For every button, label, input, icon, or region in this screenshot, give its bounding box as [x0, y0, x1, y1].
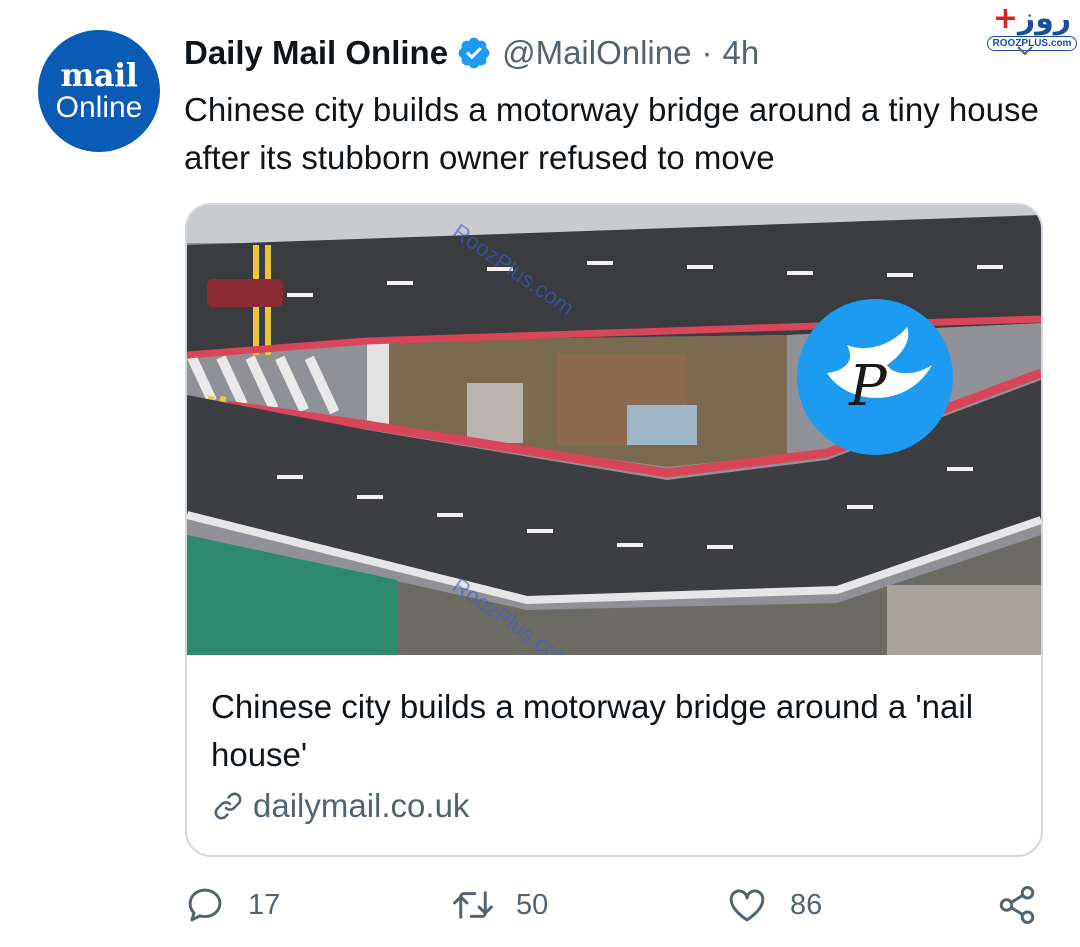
tweet-actions: 17 50 86	[184, 882, 1044, 928]
retweet-count: 50	[516, 888, 549, 921]
separator-dot: ·	[701, 34, 713, 71]
chevron-down-icon[interactable]	[1016, 44, 1034, 58]
like-count: 86	[790, 888, 823, 921]
avatar[interactable]: mail Online	[38, 30, 160, 152]
retweet-button[interactable]: 50	[452, 882, 548, 928]
card-domain[interactable]: dailymail.co.uk	[211, 785, 469, 827]
reply-count: 17	[248, 888, 281, 921]
handle[interactable]: @MailOnline	[502, 34, 691, 72]
reply-button[interactable]: 17	[184, 882, 280, 928]
share-icon	[999, 886, 1035, 924]
card-domain-text: dailymail.co.uk	[253, 787, 470, 824]
link-icon	[214, 792, 242, 820]
card-title[interactable]: Chinese city builds a motorway bridge ar…	[211, 683, 1011, 779]
share-button[interactable]	[996, 882, 1038, 928]
link-card[interactable]: P RoozPlus.com RoozPlus.com Chinese city…	[185, 203, 1043, 857]
display-name[interactable]: Daily Mail Online	[184, 34, 448, 72]
card-image[interactable]: P RoozPlus.com RoozPlus.com	[187, 205, 1041, 655]
verified-badge-icon	[458, 37, 490, 69]
tweet-header: Daily Mail Online @MailOnline · 4h	[184, 30, 759, 76]
retweet-icon	[453, 891, 493, 919]
avatar-text-online: Online	[55, 91, 143, 124]
reply-icon	[188, 888, 222, 922]
like-button[interactable]: 86	[726, 882, 822, 928]
svg-text:P: P	[848, 354, 888, 419]
tweet[interactable]: mail Online Daily Mail Online @MailOnlin…	[0, 0, 1080, 947]
timestamp[interactable]: 4h	[722, 34, 759, 72]
tweet-text: Chinese city builds a motorway bridge ar…	[184, 91, 1039, 176]
heart-icon	[729, 889, 765, 922]
avatar-text-mail: mail	[60, 56, 138, 94]
roozplus-logo-glyph: روز+	[992, 1, 1072, 36]
